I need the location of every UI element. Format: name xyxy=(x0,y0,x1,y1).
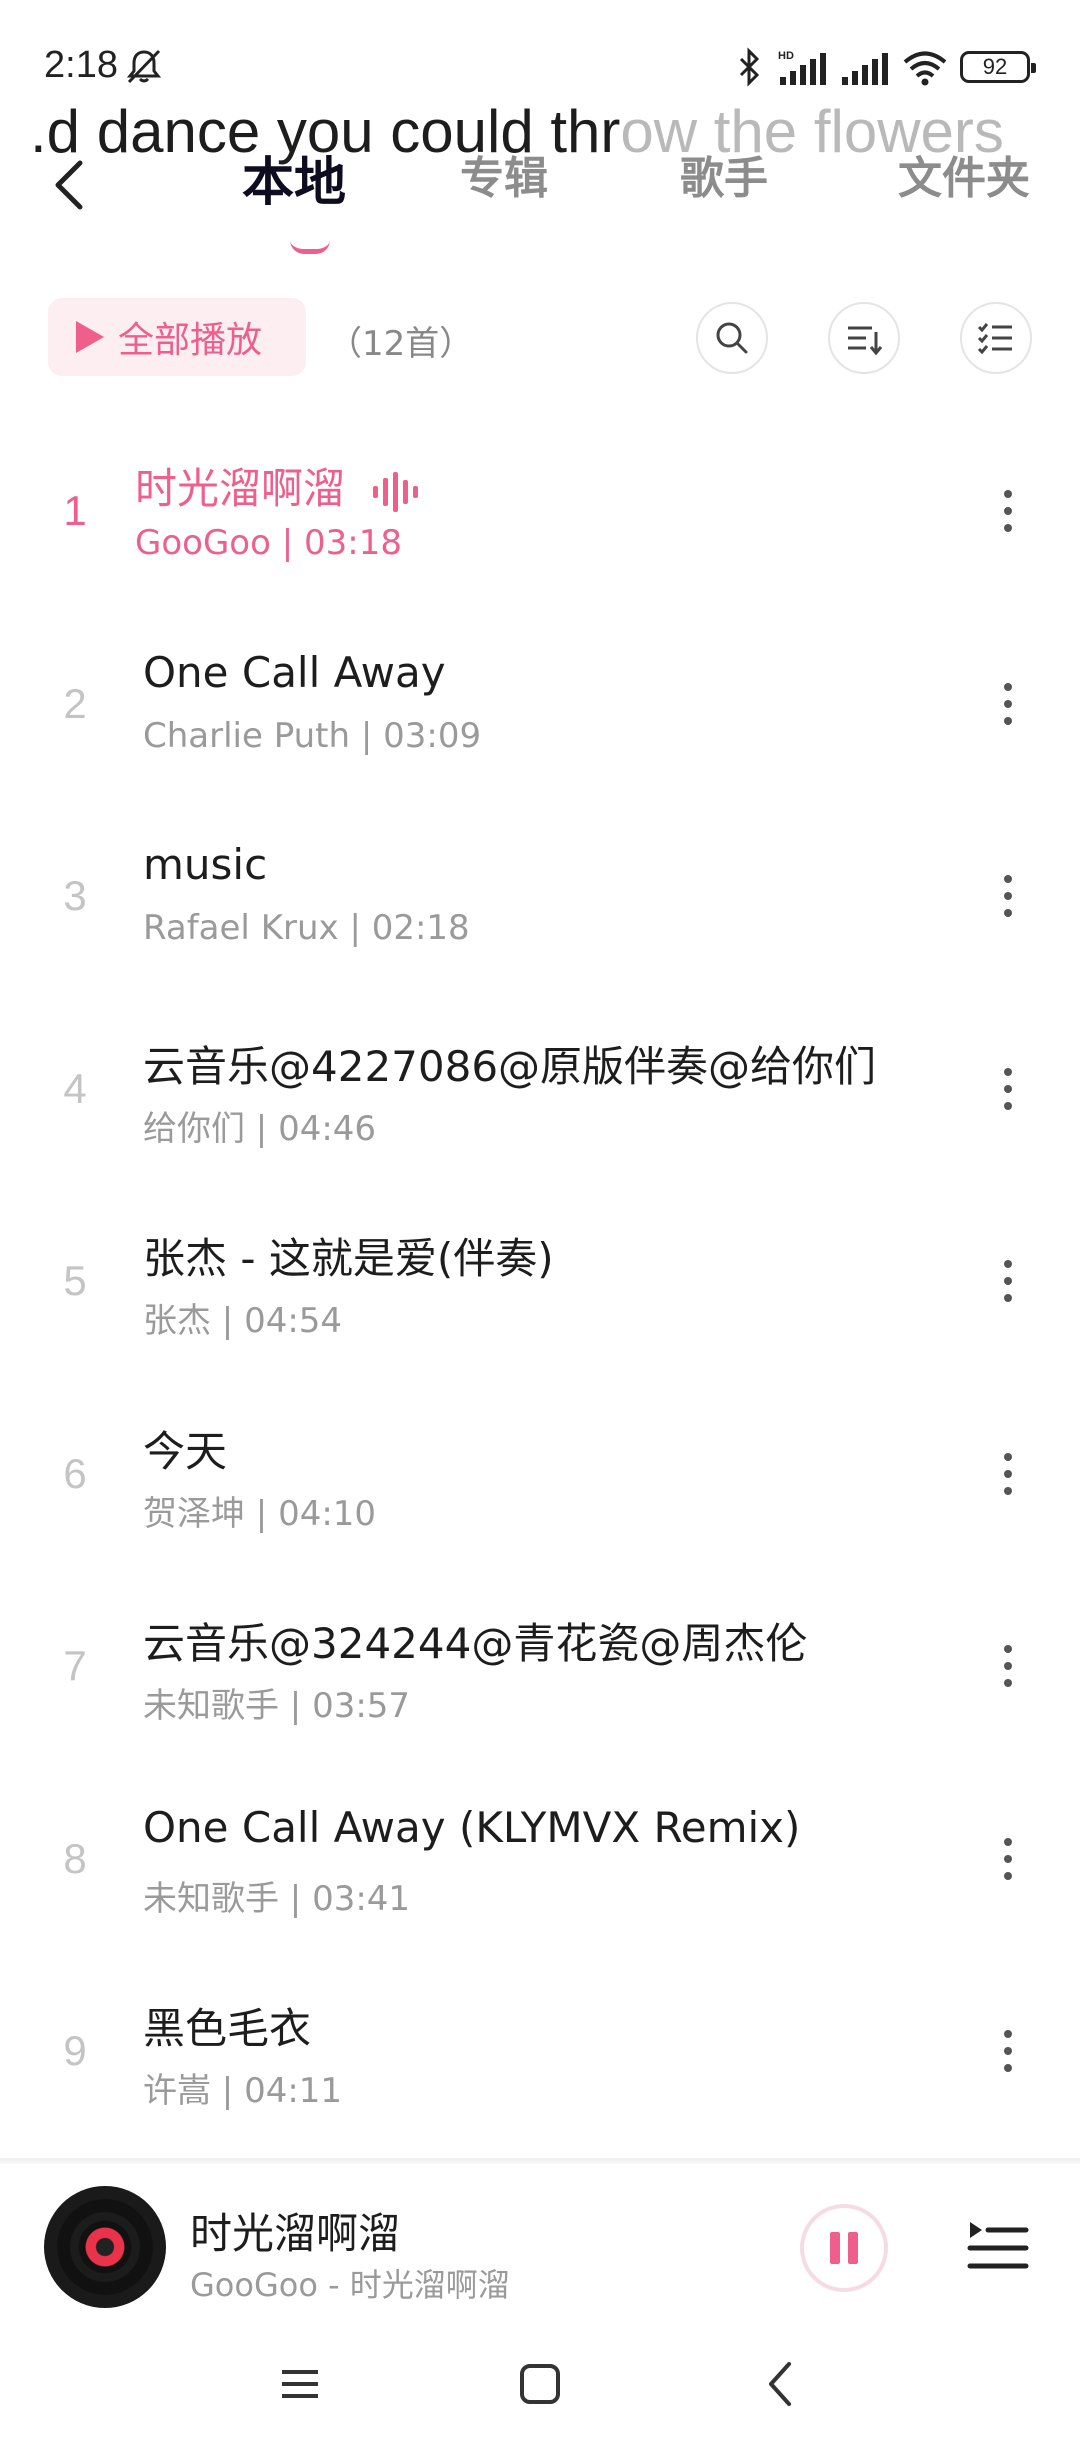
song-title: 今天 xyxy=(143,1426,228,1476)
search-icon xyxy=(716,322,748,354)
more-options-button[interactable] xyxy=(976,860,1040,932)
more-options-button[interactable] xyxy=(976,1438,1040,1510)
song-index: 7 xyxy=(63,1642,87,1689)
more-options-button[interactable] xyxy=(976,668,1040,740)
tab-artists[interactable]: 歌手 xyxy=(680,142,768,206)
song-row[interactable]: 1 时光溜啊溜 GooGoo | 03:18 xyxy=(0,415,1080,608)
pause-button[interactable] xyxy=(800,2204,888,2292)
song-title: 黑色毛衣 xyxy=(143,2004,312,2053)
album-art-vinyl[interactable] xyxy=(44,2186,166,2308)
battery-level: 92 xyxy=(982,54,1008,79)
song-index: 1 xyxy=(63,487,87,534)
song-subtitle: 贺泽坤 | 04:10 xyxy=(143,1493,377,1534)
song-subtitle: 给你们 | 04:46 xyxy=(143,1108,377,1149)
play-all-label: 全部播放 xyxy=(118,320,263,361)
tab-local[interactable]: 本地 xyxy=(242,140,346,215)
song-count: （12首） xyxy=(328,324,474,364)
mini-player[interactable]: 时光溜啊溜 GooGoo - 时光溜啊溜 xyxy=(0,2164,1080,2314)
song-list: 1 时光溜啊溜 GooGoo | 03:18 2 One Call Away C… xyxy=(0,415,1080,2148)
song-index: 8 xyxy=(63,1834,87,1882)
more-options-button[interactable] xyxy=(976,1053,1040,1125)
song-row[interactable]: 9 黑色毛衣 许嵩 | 04:11 xyxy=(0,1955,1080,2148)
song-row[interactable]: 6 今天 贺泽坤 | 04:10 xyxy=(0,1378,1080,1571)
song-title: One Call Away (KLYMVX Remix) xyxy=(143,1802,801,1852)
song-title: 云音乐@324244@青花瓷@周杰伦 xyxy=(143,1619,808,1668)
song-subtitle: Rafael Krux | 02:18 xyxy=(143,908,470,948)
pause-icon-bar xyxy=(830,2232,840,2264)
menu-button[interactable] xyxy=(260,2344,340,2424)
playlist-icon[interactable] xyxy=(966,2214,1030,2278)
pause-icon-bar xyxy=(848,2232,858,2264)
sort-button[interactable] xyxy=(828,302,900,374)
sound-wave-icon xyxy=(373,471,419,512)
back-button[interactable] xyxy=(38,150,98,220)
system-nav-bar xyxy=(0,2314,1080,2460)
song-index: 4 xyxy=(63,1064,87,1112)
song-row[interactable]: 8 One Call Away (KLYMVX Remix) 未知歌手 | 03… xyxy=(0,1763,1080,1956)
menu-icon xyxy=(282,2370,318,2398)
back-arrow-icon xyxy=(769,2362,791,2406)
song-row[interactable]: 2 One Call Away Charlie Puth | 03:09 xyxy=(0,608,1080,801)
tab-albums[interactable]: 专辑 xyxy=(460,142,548,206)
home-button[interactable] xyxy=(500,2344,580,2424)
now-playing-subtitle: GooGoo - 时光溜啊溜 xyxy=(190,2266,510,2304)
chevron-left-icon xyxy=(55,160,83,210)
system-back-button[interactable] xyxy=(740,2344,820,2424)
wifi-icon xyxy=(903,51,947,86)
more-options-button[interactable] xyxy=(976,2015,1040,2087)
sort-icon xyxy=(848,326,883,356)
song-index: 2 xyxy=(63,679,87,727)
song-title: One Call Away xyxy=(143,647,446,697)
bluetooth-icon xyxy=(739,47,760,87)
more-options-button[interactable] xyxy=(976,1630,1040,1702)
song-subtitle: 未知歌手 | 03:41 xyxy=(143,1878,411,1919)
status-icons: HD 92 xyxy=(734,44,1036,90)
play-icon xyxy=(76,321,104,353)
song-row[interactable]: 4 云音乐@4227086@原版伴奏@给你们 给你们 | 04:46 xyxy=(0,993,1080,1186)
multi-select-button[interactable] xyxy=(960,302,1032,374)
checklist-icon xyxy=(977,323,1012,355)
song-subtitle: Charlie Puth | 03:09 xyxy=(143,715,482,756)
signal-hd-icon: HD xyxy=(778,50,826,85)
more-options-button[interactable] xyxy=(976,1823,1040,1895)
song-index: 9 xyxy=(63,2027,87,2074)
song-index: 3 xyxy=(63,872,87,919)
more-options-button[interactable] xyxy=(976,475,1040,547)
song-title: 时光溜啊溜 xyxy=(135,455,423,516)
song-subtitle: 许嵩 | 04:11 xyxy=(143,2071,343,2111)
song-title-text: 时光溜啊溜 xyxy=(135,464,346,513)
svg-text:HD: HD xyxy=(778,50,794,62)
more-options-button[interactable] xyxy=(976,1245,1040,1317)
song-subtitle: 未知歌手 | 03:57 xyxy=(143,1686,411,1726)
signal-icon xyxy=(842,53,888,85)
now-playing-title: 时光溜啊溜 xyxy=(190,2209,401,2258)
battery-indicator: 92 xyxy=(960,51,1036,83)
tab-folders[interactable]: 文件夹 xyxy=(898,142,1030,206)
tab-indicator xyxy=(290,240,330,254)
song-subtitle: 张杰 | 04:54 xyxy=(143,1301,343,1341)
home-square-icon xyxy=(520,2364,560,2404)
song-row[interactable]: 5 张杰 - 这就是爱(伴奏) 张杰 | 04:54 xyxy=(0,1185,1080,1378)
status-time: 2:18 xyxy=(44,44,118,86)
song-index: 5 xyxy=(63,1257,87,1304)
song-row[interactable]: 3 music Rafael Krux | 02:18 xyxy=(0,800,1080,993)
song-title: 云音乐@4227086@原版伴奏@给你们 xyxy=(143,1041,877,1091)
song-index: 6 xyxy=(63,1449,87,1497)
song-title: 张杰 - 这就是爱(伴奏) xyxy=(143,1234,554,1283)
song-title: music xyxy=(143,840,268,889)
search-button[interactable] xyxy=(696,302,768,374)
bell-muted-icon xyxy=(126,49,162,84)
song-row[interactable]: 7 云音乐@324244@青花瓷@周杰伦 未知歌手 | 03:57 xyxy=(0,1570,1080,1763)
song-subtitle: GooGoo | 03:18 xyxy=(135,523,402,563)
play-all-button[interactable]: 全部播放 xyxy=(48,298,306,376)
